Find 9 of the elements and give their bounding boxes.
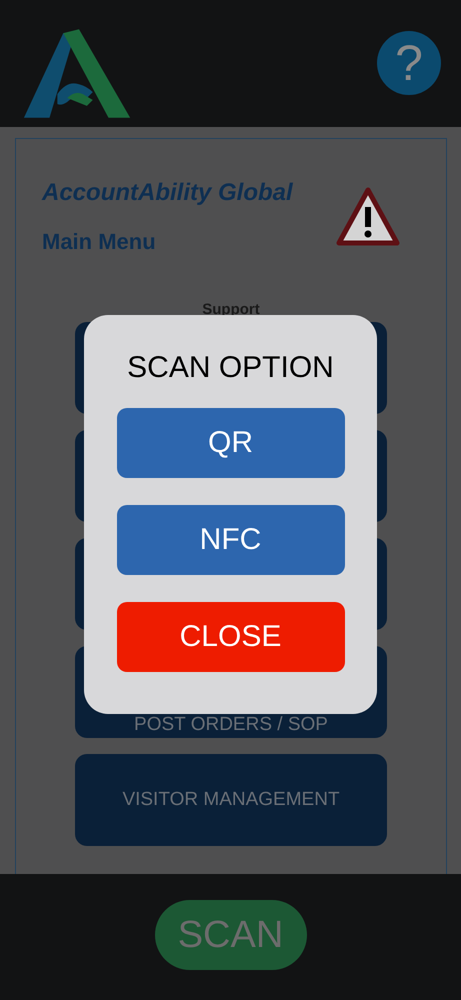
option-button[interactable]: NFC	[116, 505, 344, 575]
company-name: AccountAbility Global	[42, 179, 293, 207]
dialog-title: SCAN OPTION	[127, 351, 334, 385]
help-button[interactable]: ?	[377, 30, 441, 94]
warning-icon[interactable]	[336, 187, 400, 247]
close-button[interactable]: CLOSE	[116, 602, 344, 672]
menu-title: Main Menu	[42, 229, 157, 255]
menu-button[interactable]: VISITOR MANAGEMENT	[75, 754, 387, 846]
option-button[interactable]: QR	[116, 408, 344, 478]
